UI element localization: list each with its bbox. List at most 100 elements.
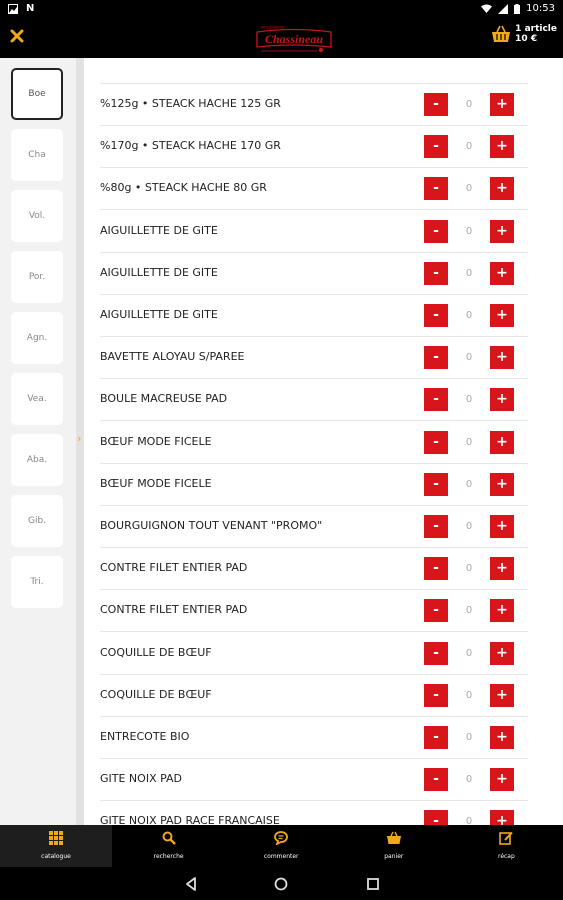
quantity-field[interactable]: 0	[448, 557, 490, 581]
image-icon	[8, 3, 18, 14]
nav-item-panier[interactable]: panier	[338, 825, 450, 867]
quantity-stepper: -0 +	[424, 93, 514, 116]
nav-item-recherche[interactable]: recherche	[113, 825, 225, 867]
increase-button[interactable]: +	[490, 599, 514, 623]
category-button[interactable]: Cha	[11, 129, 63, 181]
category-button[interactable]: Vol.	[11, 190, 63, 242]
quantity-field[interactable]: 0	[448, 515, 490, 538]
decrease-button[interactable]: -	[424, 810, 448, 825]
increase-button[interactable]: +	[490, 726, 514, 749]
increase-button[interactable]: +	[490, 472, 514, 496]
increase-button[interactable]: +	[490, 93, 514, 116]
increase-button[interactable]: +	[490, 768, 514, 792]
quantity-field[interactable]: 0	[448, 261, 490, 285]
quantity-field[interactable]: 0	[448, 304, 490, 327]
category-button[interactable]: Agn.	[11, 312, 63, 364]
chevron-right-icon: ›	[77, 432, 82, 445]
decrease-button[interactable]: -	[424, 683, 448, 707]
recents-button[interactable]	[366, 876, 382, 892]
decrease-button[interactable]: -	[424, 599, 448, 623]
quantity-field[interactable]: 0	[448, 135, 490, 159]
nav-item-catalogue[interactable]: catalogue	[0, 825, 112, 867]
cart-total: 10 €	[515, 34, 538, 44]
quantity-field[interactable]: 0	[448, 346, 490, 370]
quantity-field[interactable]: 0	[448, 726, 490, 749]
decrease-button[interactable]: -	[424, 641, 448, 665]
decrease-button[interactable]: -	[424, 768, 448, 792]
quantity-field[interactable]: 0	[448, 768, 490, 792]
product-name: BŒUF MODE FICELE	[100, 434, 212, 448]
decrease-button[interactable]: -	[424, 346, 448, 370]
quantity-field[interactable]: 0	[448, 683, 490, 707]
product-name: BOURGUIGNON TOUT VENANT "PROMO"	[100, 519, 323, 532]
nav-label: récap	[497, 853, 515, 860]
basket-icon	[492, 25, 511, 42]
battery-icon	[514, 3, 521, 14]
decrease-button[interactable]: -	[424, 177, 448, 201]
product-name: ENTRECOTE BIO	[100, 730, 190, 743]
category-sidebar: Boe Cha Vol. Por. Agn. Vea. Aba. Gib. Tri.	[0, 58, 76, 825]
category-button[interactable]: Vea.	[11, 373, 63, 425]
product-name: BAVETTE ALOYAU S/PAREE	[100, 350, 245, 364]
category-button[interactable]: Gib.	[11, 495, 63, 547]
quantity-field[interactable]: 0	[448, 472, 490, 496]
decrease-button[interactable]: -	[424, 261, 448, 285]
increase-button[interactable]: +	[490, 135, 514, 159]
back-button[interactable]	[184, 876, 200, 892]
signal-icon	[498, 3, 509, 14]
decrease-button[interactable]: -	[424, 515, 448, 538]
recents-icon	[367, 878, 379, 890]
category-button[interactable]: Tri.	[11, 556, 63, 608]
quantity-field[interactable]: 0	[448, 177, 490, 201]
increase-button[interactable]: +	[490, 261, 514, 285]
decrease-button[interactable]: -	[424, 93, 448, 116]
svg-text:BOUCHERIE: BOUCHERIE	[261, 25, 285, 30]
quantity-stepper: -0 +	[424, 726, 514, 749]
category-button[interactable]: Boe	[11, 68, 63, 120]
product-row: COQUILLE DE BŒUF -0 +	[100, 633, 528, 675]
increase-button[interactable]: +	[490, 219, 514, 243]
quantity-field[interactable]: 0	[448, 219, 490, 243]
quantity-field[interactable]: 0	[448, 388, 490, 412]
quantity-field[interactable]: 0	[448, 430, 490, 454]
quantity-field[interactable]: 0	[448, 810, 490, 825]
product-row: COQUILLE DE BŒUF -0 +	[100, 675, 528, 717]
increase-button[interactable]: +	[490, 557, 514, 581]
product-name: BOULE MACREUSE PAD	[100, 392, 228, 406]
quantity-field[interactable]: 0	[448, 93, 490, 116]
decrease-button[interactable]: -	[424, 219, 448, 243]
increase-button[interactable]: +	[490, 683, 514, 707]
category-button[interactable]: Por.	[11, 251, 63, 303]
decrease-button[interactable]: -	[424, 135, 448, 159]
product-name: BŒUF MODE FICELE	[100, 476, 212, 490]
close-button[interactable]	[10, 29, 26, 45]
home-button[interactable]	[274, 876, 290, 892]
increase-button[interactable]: +	[490, 810, 514, 825]
grid-icon	[48, 831, 64, 847]
increase-button[interactable]: +	[490, 177, 514, 201]
increase-button[interactable]: +	[490, 304, 514, 327]
increase-button[interactable]: +	[490, 346, 514, 370]
cart-button[interactable]: 1 article 10 €	[491, 24, 557, 44]
decrease-button[interactable]: -	[424, 304, 448, 327]
quantity-stepper: -0 +	[424, 346, 514, 370]
quantity-stepper: -0 +	[424, 388, 514, 412]
quantity-stepper: -0 +	[424, 135, 514, 159]
quantity-field[interactable]: 0	[448, 641, 490, 665]
nav-item-commenter[interactable]: commenter	[225, 825, 337, 867]
category-button[interactable]: Aba.	[11, 434, 63, 486]
quantity-field[interactable]: 0	[448, 599, 490, 623]
decrease-button[interactable]: -	[424, 430, 448, 454]
increase-button[interactable]: +	[490, 388, 514, 412]
product-row: BAVETTE ALOYAU S/PAREE -0 +	[100, 337, 528, 380]
product-name: AIGUILLETTE DE GITE	[100, 223, 218, 237]
decrease-button[interactable]: -	[424, 726, 448, 749]
increase-button[interactable]: +	[490, 641, 514, 665]
decrease-button[interactable]: -	[424, 557, 448, 581]
product-row: BOURGUIGNON TOUT VENANT "PROMO" -0 +	[100, 506, 528, 548]
decrease-button[interactable]: -	[424, 472, 448, 496]
decrease-button[interactable]: -	[424, 388, 448, 412]
increase-button[interactable]: +	[490, 515, 514, 538]
nav-item-récap[interactable]: récap	[450, 825, 562, 867]
increase-button[interactable]: +	[490, 430, 514, 454]
